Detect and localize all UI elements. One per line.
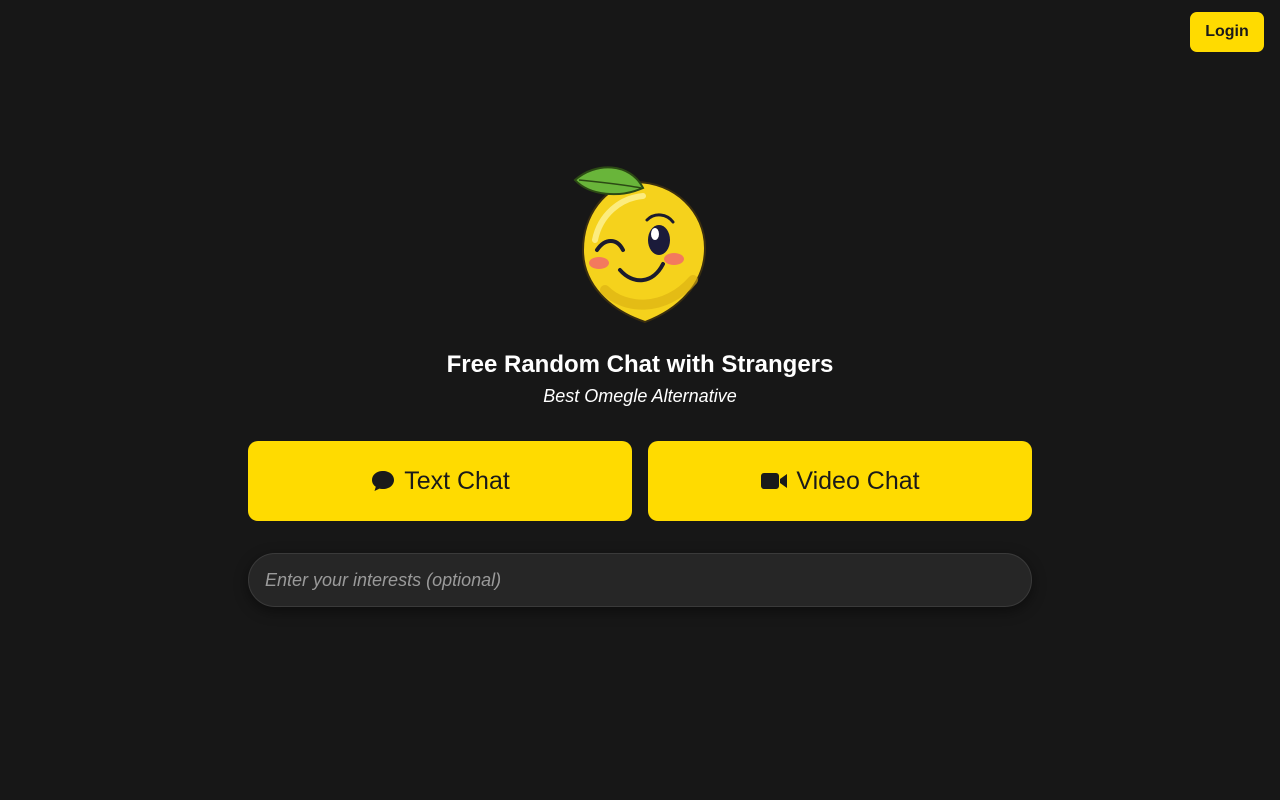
text-chat-button[interactable]: Text Chat: [248, 441, 632, 521]
landing-page: Login Free Random Chat with Strangers Be…: [0, 0, 1280, 800]
video-chat-label: Video Chat: [796, 466, 920, 495]
video-chat-button[interactable]: Video Chat: [648, 441, 1032, 521]
lemon-mascot-logo: [573, 166, 707, 324]
page-title: Free Random Chat with Strangers: [446, 351, 834, 378]
page-subtitle: Best Omegle Alternative: [543, 386, 737, 406]
interests-input[interactable]: [248, 553, 1032, 607]
video-camera-icon: [761, 473, 788, 489]
login-button[interactable]: Login: [1190, 12, 1264, 52]
speech-bubble-icon: [372, 471, 395, 491]
text-chat-label: Text Chat: [404, 466, 510, 495]
